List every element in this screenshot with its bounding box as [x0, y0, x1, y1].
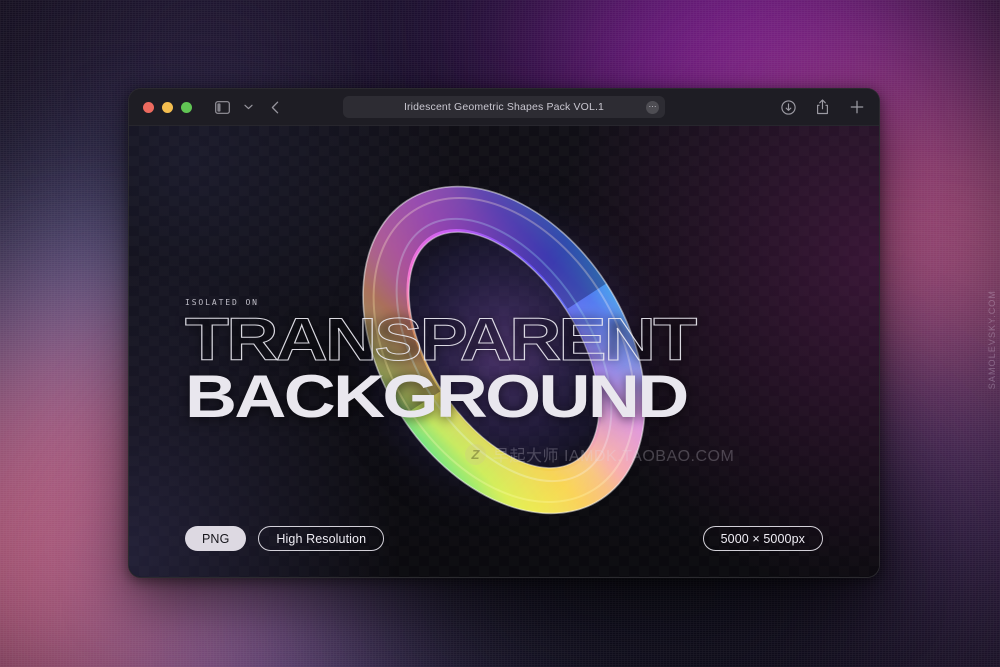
share-icon[interactable] — [814, 99, 831, 116]
document-title-field[interactable]: Iridescent Geometric Shapes Pack VOL.1 ·… — [343, 96, 665, 118]
badge-group-left: PNG High Resolution — [185, 526, 385, 551]
sidebar-toggle-icon[interactable] — [214, 99, 231, 116]
back-icon[interactable] — [266, 99, 283, 116]
titlebar-right-controls — [780, 99, 865, 116]
badge-format[interactable]: PNG — [185, 526, 247, 551]
document-title: Iridescent Geometric Shapes Pack VOL.1 — [403, 101, 605, 113]
badge-dimensions[interactable]: 5000 × 5000px — [702, 526, 823, 551]
app-window: Iridescent Geometric Shapes Pack VOL.1 ·… — [128, 88, 880, 578]
side-watermark: SAMOLEVSKY.COM — [987, 290, 997, 390]
canvas-color-wash — [129, 126, 879, 577]
titlebar-left-controls — [214, 99, 283, 116]
traffic-lights — [143, 101, 192, 113]
download-icon[interactable] — [780, 99, 797, 116]
badge-group-right: 5000 × 5000px — [702, 526, 823, 551]
artboard-canvas[interactable]: ISOLATED ON TRANSPARENT BACKGROUND — [129, 126, 879, 577]
more-options-icon[interactable]: ··· — [646, 100, 659, 114]
minimize-button[interactable] — [162, 101, 173, 113]
window-titlebar: Iridescent Geometric Shapes Pack VOL.1 ·… — [129, 89, 879, 126]
zoom-button[interactable] — [181, 101, 192, 113]
badge-quality[interactable]: High Resolution — [258, 526, 385, 551]
close-button[interactable] — [143, 101, 154, 113]
chevron-down-icon[interactable] — [240, 99, 257, 116]
add-icon[interactable] — [848, 99, 865, 116]
